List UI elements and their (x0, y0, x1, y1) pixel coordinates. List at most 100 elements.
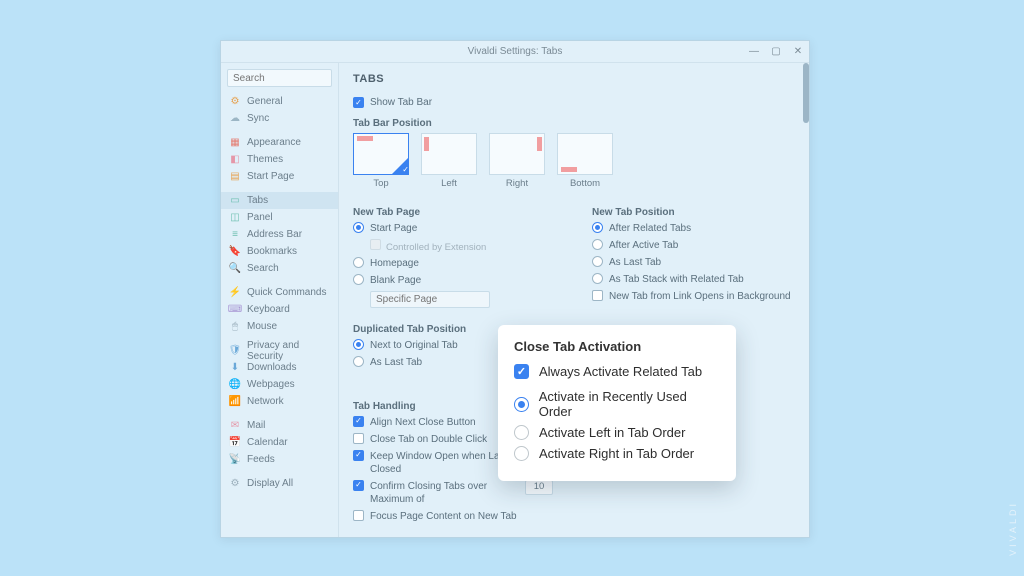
sidebar-item-label: Panel (247, 212, 273, 223)
sidebar-item-search[interactable]: 🔍Search (221, 260, 338, 277)
new-tab-position-label-0: After Related Tabs (609, 222, 791, 235)
tab-handling-label-4: Focus Page Content on New Tab (370, 510, 553, 523)
always-activate-related-checkbox[interactable]: ✓ (514, 364, 529, 379)
sidebar-item-calendar[interactable]: 📅Calendar (221, 434, 338, 451)
new-tab-position-header: New Tab Position (592, 207, 791, 218)
sidebar-item-tabs[interactable]: ▭Tabs (221, 192, 338, 209)
sidebar-icon: 🛡 (229, 345, 241, 357)
sidebar-item-label: Themes (247, 154, 283, 165)
tab-position-top[interactable]: Top (353, 133, 409, 189)
minimize-button[interactable]: — (745, 43, 763, 61)
new-tab-position-radio-1[interactable] (592, 239, 603, 250)
new-tab-bg-checkbox[interactable] (592, 290, 603, 301)
new-tab-position-label-1: After Active Tab (609, 239, 791, 252)
tab-handling-checkbox-3[interactable]: ✓ (353, 480, 364, 491)
sidebar-icon: ✉ (229, 420, 241, 432)
sidebar-icon: 🌐 (229, 379, 241, 391)
sidebar-item-label: Feeds (247, 454, 275, 465)
sidebar-icon: 🔖 (229, 246, 241, 258)
new-tab-page-radio-2[interactable] (353, 274, 364, 285)
close-tab-radio-2[interactable] (514, 446, 529, 461)
new-tab-position-radio-2[interactable] (592, 256, 603, 267)
close-tab-radio-1[interactable] (514, 425, 529, 440)
sidebar: ⚙General☁Sync▦Appearance◧Themes▤Start Pa… (221, 63, 339, 537)
close-tab-label-1: Activate Left in Tab Order (539, 425, 685, 440)
new-tab-page-radio-0[interactable] (353, 222, 364, 233)
popover-title: Close Tab Activation (514, 339, 720, 354)
sidebar-item-label: Start Page (247, 171, 294, 182)
new-tab-page-label-2: Blank Page (370, 274, 552, 287)
page-title: TABS (353, 73, 791, 85)
tab-handling-label-3: Confirm Closing Tabs over Maximum of (370, 480, 519, 506)
sidebar-item-keyboard[interactable]: ⌨ Keyboard (221, 301, 338, 318)
main-scrollbar[interactable] (803, 63, 809, 537)
sidebar-item-label: Privacy and Security (247, 340, 330, 362)
tab-bar-position-header: Tab Bar Position (353, 118, 791, 129)
tab-position-right[interactable]: Right (489, 133, 545, 189)
sidebar-icon: ▤ (229, 171, 241, 183)
show-tab-bar-checkbox[interactable]: ✓ (353, 97, 364, 108)
sidebar-item-sync[interactable]: ☁Sync (221, 110, 338, 127)
sidebar-item-label: Quick Commands (247, 287, 326, 298)
always-activate-related-label: Always Activate Related Tab (539, 364, 702, 379)
sidebar-item-label: Keyboard (247, 304, 290, 315)
sidebar-icon: ◫ (229, 212, 241, 224)
new-tab-position-label-2: As Last Tab (609, 256, 791, 269)
sidebar-item-label: Mail (247, 420, 265, 431)
new-tab-page-header: New Tab Page (353, 207, 552, 218)
tab-position-left[interactable]: Left (421, 133, 477, 189)
sidebar-icon: ◧ (229, 154, 241, 166)
controlled-ext-checkbox (370, 239, 381, 250)
new-tab-page-label-0: Start Page (370, 222, 552, 235)
sidebar-item-themes[interactable]: ◧ Themes (221, 151, 338, 168)
specific-page-input[interactable] (370, 291, 490, 308)
sidebar-item-general[interactable]: ⚙General (221, 93, 338, 110)
sidebar-item-label: General (247, 96, 283, 107)
sidebar-item-downloads[interactable]: ⬇Downloads (221, 359, 338, 376)
duplicated-tab-radio-1[interactable] (353, 356, 364, 367)
sidebar-item-mail[interactable]: ✉ Mail (221, 417, 338, 434)
sidebar-item-bookmarks[interactable]: 🔖Bookmarks (221, 243, 338, 260)
new-tab-page-label-1: Homepage (370, 257, 552, 270)
sidebar-icon: ⚙ (229, 478, 241, 490)
sidebar-item-label: Network (247, 396, 284, 407)
sidebar-item-label: Webpages (247, 379, 295, 390)
close-tab-radio-0[interactable] (514, 397, 529, 412)
vivaldi-watermark: VIVALDI (1008, 501, 1018, 556)
close-tab-label-0: Activate in Recently Used Order (539, 389, 720, 419)
sidebar-item-panel[interactable]: ◫ Panel (221, 209, 338, 226)
sidebar-item-network[interactable]: 📶Network (221, 393, 338, 410)
sidebar-item-label: Address Bar (247, 229, 302, 240)
sidebar-item-label: Mouse (247, 321, 277, 332)
show-tab-bar-label: Show Tab Bar (370, 97, 432, 108)
new-tab-position-radio-3[interactable] (592, 273, 603, 284)
tab-handling-checkbox-1[interactable] (353, 433, 364, 444)
search-input[interactable] (227, 69, 332, 87)
sidebar-item-privacy-and-security[interactable]: 🛡 Privacy and Security (221, 342, 338, 359)
duplicated-tab-radio-0[interactable] (353, 339, 364, 350)
sidebar-item-label: Tabs (247, 195, 268, 206)
close-button[interactable]: ✕ (789, 43, 807, 61)
sidebar-item-appearance[interactable]: ▦Appearance (221, 134, 338, 151)
tab-position-bottom[interactable]: Bottom (557, 133, 613, 189)
new-tab-page-radio-1[interactable] (353, 257, 364, 268)
sidebar-item-quick-commands[interactable]: ⚡Quick Commands (221, 284, 338, 301)
maximize-button[interactable]: ▢ (767, 43, 785, 61)
window-title: Vivaldi Settings: Tabs (468, 46, 563, 57)
sidebar-item-feeds[interactable]: 📡Feeds (221, 451, 338, 468)
sidebar-item-webpages[interactable]: 🌐 Webpages (221, 376, 338, 393)
sidebar-item-display-all[interactable]: ⚙Display All (221, 475, 338, 492)
sidebar-icon: 📅 (229, 437, 241, 449)
new-tab-position-radio-0[interactable] (592, 222, 603, 233)
sidebar-item-start-page[interactable]: ▤ Start Page (221, 168, 338, 185)
sidebar-icon: ▦ (229, 137, 241, 149)
tab-handling-max-input[interactable]: 10 (525, 480, 553, 495)
tab-handling-checkbox-2[interactable]: ✓ (353, 450, 364, 461)
tab-handling-checkbox-0[interactable]: ✓ (353, 416, 364, 427)
tab-handling-checkbox-4[interactable] (353, 510, 364, 521)
close-tab-activation-popover: Close Tab Activation ✓ Always Activate R… (498, 325, 736, 481)
sidebar-item-address-bar[interactable]: ≡Address Bar (221, 226, 338, 243)
sidebar-item-mouse[interactable]: 🖱Mouse (221, 318, 338, 335)
scrollbar-thumb[interactable] (803, 63, 809, 123)
sidebar-icon: ⌨ (229, 304, 241, 316)
